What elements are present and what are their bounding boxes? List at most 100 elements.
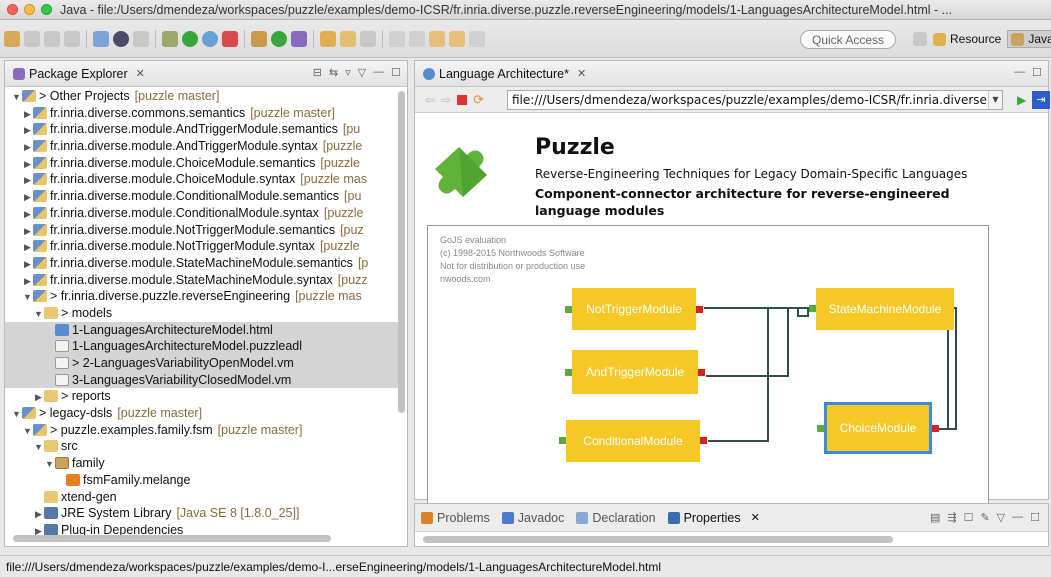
link-with-editor-icon[interactable]: ⇆ — [329, 66, 338, 79]
back-icon[interactable] — [449, 30, 465, 47]
node-and-trigger-module[interactable]: AndTriggerModule — [572, 350, 698, 394]
tree-item[interactable]: ▶ JRE System Library [Java SE 8 [1.8.0_25]… — [5, 505, 401, 522]
view-menu-icon[interactable]: ▽ — [997, 511, 1005, 524]
collapsed-triangle-icon[interactable]: ▶ — [33, 506, 44, 523]
close-tab-icon[interactable]: ✕ — [577, 67, 586, 80]
tree-item[interactable]: ▼ > puzzle.examples.family.fsm [puzzle mas… — [5, 422, 401, 439]
forward-icon[interactable] — [469, 30, 485, 47]
search-icon[interactable] — [360, 30, 376, 47]
collapse-all-icon[interactable]: ⊟ — [313, 66, 322, 79]
tree-item[interactable]: ▶ fr.inria.diverse.commons.semantics [puzz… — [5, 105, 401, 122]
tree-item[interactable]: fsmFamily.melange — [5, 472, 401, 489]
node-conditional-module[interactable]: ConditionalModule — [566, 420, 700, 462]
tree-item[interactable]: ▼ family — [5, 455, 401, 472]
tab-properties[interactable]: Properties ✕ — [667, 511, 760, 525]
url-field[interactable]: file:///Users/dmendeza/workspaces/puzzle… — [507, 90, 1003, 110]
collapsed-triangle-icon[interactable]: ▶ — [22, 156, 33, 173]
external-tools-icon[interactable] — [202, 30, 218, 47]
bottom-horizontal-scrollbar[interactable] — [423, 536, 893, 543]
open-folder-icon[interactable] — [340, 30, 356, 47]
open-type-icon[interactable] — [320, 30, 336, 47]
quick-access-field[interactable]: Quick Access — [800, 30, 896, 49]
next-annotation-icon[interactable] — [389, 30, 405, 47]
tree-item[interactable]: ▶ fr.inria.diverse.module.StateMachineMod… — [5, 255, 401, 272]
tree-item[interactable]: 3-LanguagesVariabilityClosedModel.vm — [5, 371, 401, 389]
tree-vertical-scrollbar[interactable] — [398, 91, 405, 413]
stop-icon[interactable] — [457, 94, 468, 105]
close-window-button[interactable] — [7, 4, 18, 15]
input-port[interactable] — [559, 437, 566, 444]
minimize-editor-icon[interactable]: — — [1014, 66, 1025, 79]
collapsed-triangle-icon[interactable]: ▶ — [22, 106, 33, 123]
restore-default-icon[interactable]: ☐ — [964, 511, 974, 524]
node-choice-module[interactable]: ChoiceModule — [824, 402, 932, 454]
pin-icon[interactable]: ✎ — [980, 511, 989, 524]
minimize-icon[interactable]: — — [373, 66, 384, 79]
new-package-icon[interactable] — [291, 30, 307, 47]
tree-item[interactable]: ▶ fr.inria.diverse.module.AndTriggerModul… — [5, 121, 401, 138]
terminal-icon[interactable] — [133, 30, 149, 47]
collapsed-triangle-icon[interactable]: ▶ — [22, 189, 33, 206]
tree-item[interactable]: ▶ Plug-in Dependencies — [5, 522, 401, 536]
output-port[interactable] — [696, 306, 703, 313]
previous-annotation-icon[interactable] — [409, 30, 425, 47]
output-port[interactable] — [700, 437, 707, 444]
tree-item[interactable]: ▶ > reports — [5, 388, 401, 405]
tree-item[interactable]: ▶ fr.inria.diverse.module.ConditionalModu… — [5, 205, 401, 222]
tree-horizontal-scrollbar[interactable] — [13, 535, 331, 542]
input-port[interactable] — [809, 305, 816, 312]
open-external-icon[interactable]: ⇥ — [1032, 91, 1050, 109]
collapsed-triangle-icon[interactable]: ▶ — [22, 172, 33, 189]
tree-item[interactable]: ▼ > models — [5, 305, 401, 322]
forward-arrow-icon[interactable]: ⇨ — [441, 93, 451, 107]
node-state-machine-module[interactable]: StateMachineModule — [816, 288, 954, 330]
output-port[interactable] — [932, 425, 939, 432]
package-explorer-tab[interactable]: Package Explorer ✕ ⊟ ⇆ ▿ ▽ — ☐ — [5, 61, 407, 87]
run-icon[interactable] — [182, 30, 198, 47]
close-tab-icon[interactable]: ✕ — [136, 67, 145, 80]
view-menu-icon[interactable]: ▿ — [345, 66, 351, 79]
collapsed-triangle-icon[interactable]: ▶ — [22, 239, 33, 256]
save-all-icon[interactable] — [44, 30, 60, 47]
tab-javadoc[interactable]: Javadoc — [501, 511, 564, 525]
url-dropdown-icon[interactable]: ▼ — [988, 91, 1002, 109]
tree-item[interactable]: 1-LanguagesArchitectureModel.html — [5, 321, 401, 339]
debug-target-icon[interactable] — [113, 30, 129, 47]
new-icon[interactable] — [4, 30, 20, 47]
skip-breakpoints-icon[interactable] — [93, 30, 109, 47]
minimize-window-button[interactable] — [24, 4, 35, 15]
minimize-view-icon[interactable]: — — [1012, 511, 1023, 524]
tree-item[interactable]: ▼ > legacy-dsls [puzzle master] — [5, 405, 401, 422]
coverage-icon[interactable] — [222, 30, 238, 47]
tree-item[interactable]: 1-LanguagesArchitectureModel.puzzleadl — [5, 338, 401, 355]
new-java-project-icon[interactable] — [251, 30, 267, 47]
collapsed-triangle-icon[interactable]: ▶ — [22, 223, 33, 240]
expanded-triangle-icon[interactable]: ▼ — [22, 423, 33, 440]
collapsed-triangle-icon[interactable]: ▶ — [33, 389, 44, 406]
input-port[interactable] — [565, 369, 572, 376]
tree-item[interactable]: ▼ src — [5, 438, 401, 455]
save-icon[interactable] — [24, 30, 40, 47]
input-port[interactable] — [817, 425, 824, 432]
open-perspective-icon[interactable] — [913, 32, 927, 46]
print-icon[interactable] — [64, 30, 80, 47]
collapsed-triangle-icon[interactable]: ▶ — [22, 139, 33, 156]
tree-item[interactable]: ▶ fr.inria.diverse.module.NotTriggerModul… — [5, 222, 401, 239]
java-perspective-button[interactable]: Java — [1007, 30, 1051, 48]
tree-item[interactable]: ▶ fr.inria.diverse.module.AndTriggerModul… — [5, 138, 401, 155]
go-icon[interactable]: ▶ — [1017, 93, 1026, 107]
filter-icon[interactable]: ⇶ — [947, 511, 956, 524]
refresh-icon[interactable]: ⟳ — [473, 92, 484, 108]
architecture-diagram[interactable]: GoJS evaluation (c) 1998-2015 Northwoods… — [427, 225, 989, 505]
expanded-triangle-icon[interactable]: ▼ — [44, 456, 55, 473]
node-not-trigger-module[interactable]: NotTriggerModule — [572, 288, 696, 330]
tree-item[interactable]: ▶ fr.inria.diverse.module.NotTriggerModul… — [5, 238, 401, 255]
categories-icon[interactable]: ▤ — [930, 511, 940, 524]
tab-declaration[interactable]: Declaration — [576, 511, 656, 525]
maximize-view-icon[interactable]: ☐ — [391, 66, 401, 79]
tree-item[interactable]: xtend-gen — [5, 489, 401, 506]
language-architecture-tab[interactable]: Language Architecture* ✕ — ☐ — [415, 61, 1048, 87]
maximize-view-icon[interactable]: ☐ — [1030, 511, 1040, 524]
tab-problems[interactable]: Problems — [421, 511, 490, 525]
minimize-view-icon[interactable]: ▽ — [358, 66, 366, 79]
